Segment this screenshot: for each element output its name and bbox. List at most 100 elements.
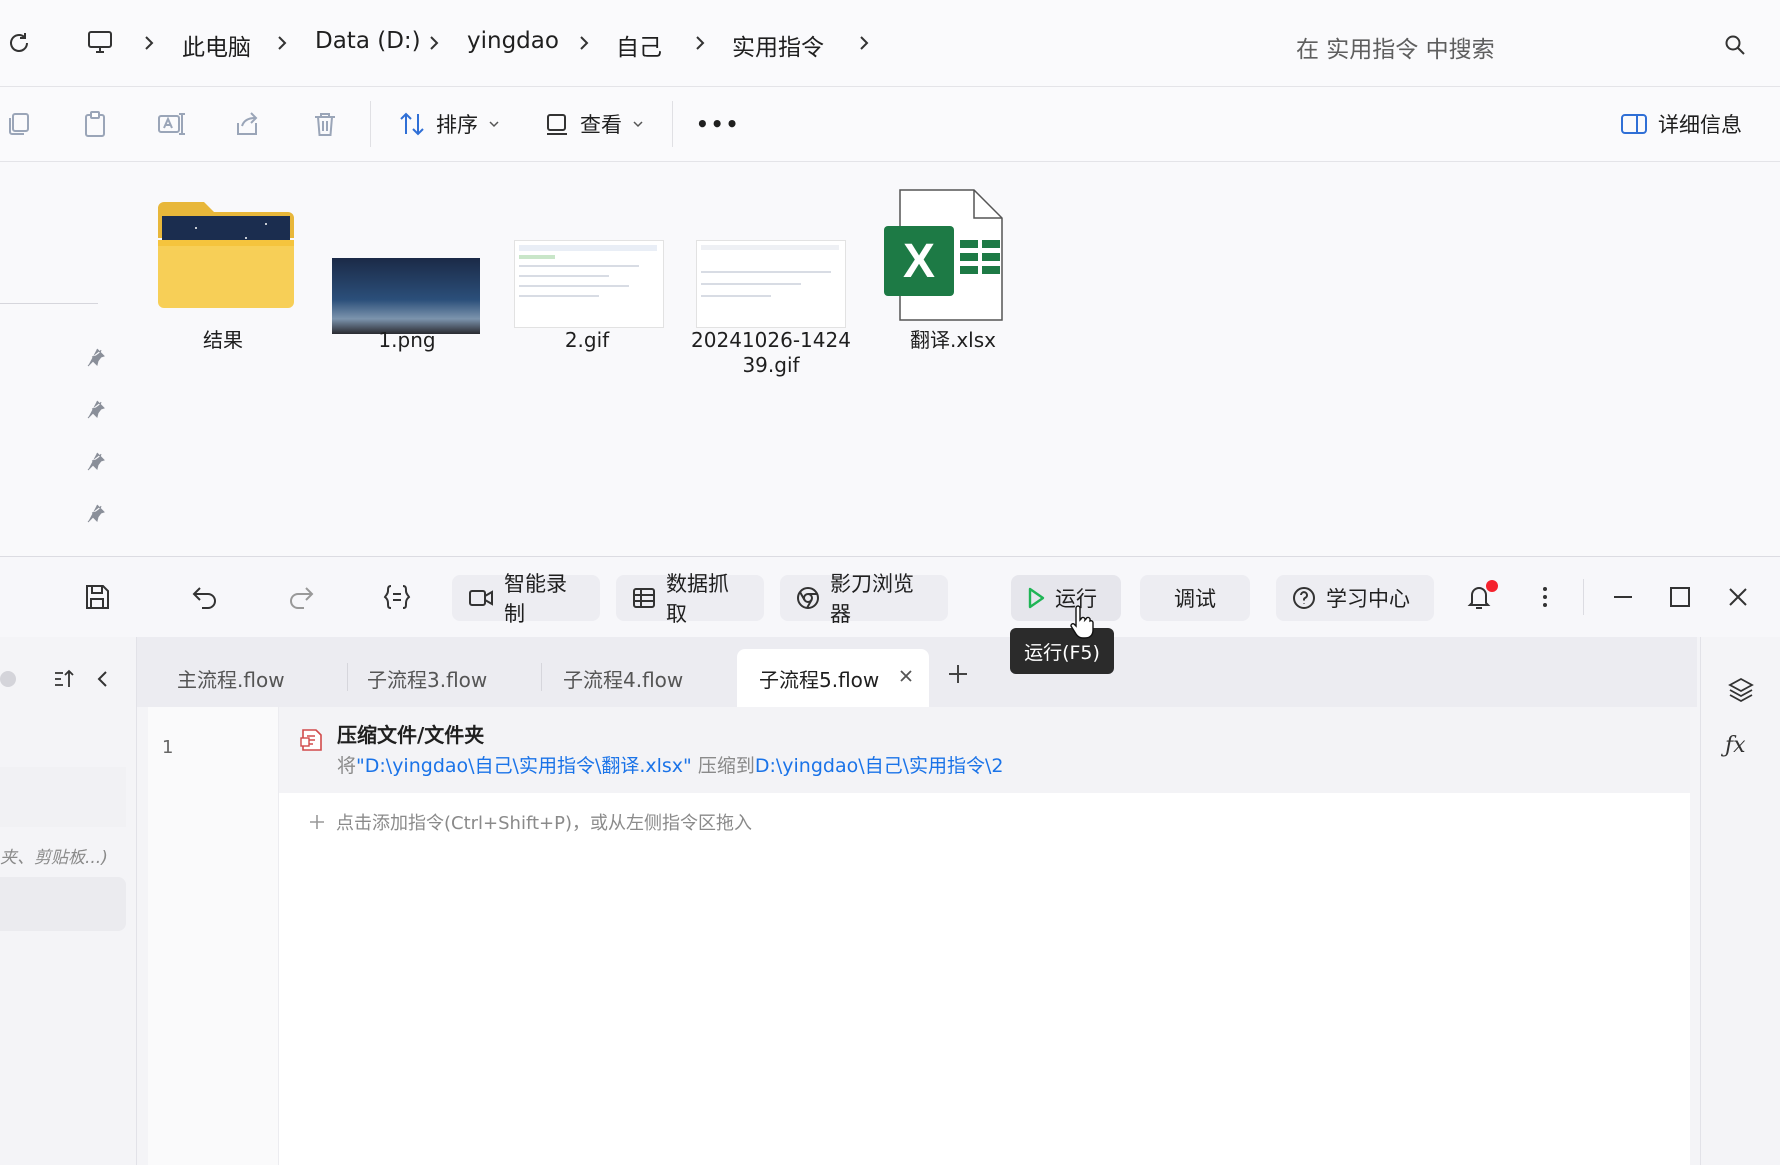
- file-name: 1.png: [378, 328, 436, 352]
- run-tooltip: 运行(F5): [1010, 628, 1114, 674]
- share-icon[interactable]: [232, 109, 262, 139]
- sort-icon[interactable]: [52, 667, 76, 691]
- excel-icon: X: [882, 186, 1012, 326]
- breadcrumb-current-folder[interactable]: 实用指令: [732, 28, 824, 62]
- save-icon[interactable]: [82, 582, 112, 612]
- flow-tabs: 主流程.flow 子流程3.flow 子流程4.flow 子流程5.flow: [137, 637, 1697, 707]
- panel-row: [0, 767, 126, 827]
- variables-icon[interactable]: [382, 582, 412, 612]
- compress-file-icon: [299, 727, 325, 753]
- add-tab-icon[interactable]: [945, 661, 971, 687]
- toolbar-divider: [672, 101, 673, 147]
- panel-selected-row[interactable]: [0, 877, 126, 931]
- desc-prefix: 将: [337, 755, 357, 777]
- pin-icon[interactable]: [86, 503, 106, 523]
- play-icon: [1027, 587, 1045, 609]
- pin-icon[interactable]: [86, 399, 106, 419]
- data-capture-button[interactable]: 数据抓取: [616, 572, 764, 626]
- run-button[interactable]: 运行: [1011, 575, 1121, 621]
- image-thumbnail: [332, 258, 480, 334]
- yingdao-browser-button[interactable]: 影刀浏览器: [780, 572, 948, 626]
- desc-middle: 压缩到: [691, 755, 755, 777]
- bell-icon[interactable]: [1464, 580, 1498, 612]
- tab-subflow-5[interactable]: 子流程5.flow: [737, 649, 929, 707]
- command-title: 压缩文件/文件夹: [337, 723, 485, 747]
- chevron-right-icon[interactable]: [141, 34, 157, 52]
- redo-icon[interactable]: [286, 582, 316, 612]
- breadcrumb-yingdao[interactable]: yingdao: [467, 28, 559, 54]
- clear-icon[interactable]: [0, 671, 16, 687]
- layers-icon[interactable]: [1727, 675, 1755, 703]
- tab-divider: [541, 663, 542, 691]
- more-vertical-icon[interactable]: [1530, 582, 1560, 612]
- function-fx-icon[interactable]: ƒx: [1725, 733, 1746, 758]
- close-tab-icon[interactable]: [897, 667, 915, 685]
- tab-subflow-4[interactable]: 子流程4.flow: [563, 649, 683, 707]
- file-item-png[interactable]: 1.png: [322, 194, 492, 394]
- help-circle-icon: [1292, 586, 1316, 610]
- learning-center-label: 学习中心: [1326, 587, 1410, 611]
- sort-button[interactable]: 排序: [398, 105, 500, 143]
- tab-main-flow[interactable]: 主流程.flow: [177, 649, 285, 707]
- delete-icon[interactable]: [310, 109, 340, 139]
- file-name-line1: 20241026-1424: [691, 328, 851, 352]
- file-item-gif[interactable]: 2.gif: [502, 194, 672, 394]
- right-side-panel: ƒx: [1700, 637, 1780, 1165]
- chevron-down-icon: [632, 118, 644, 130]
- search-icon[interactable]: [1724, 34, 1746, 56]
- line-number-gutter: 1: [148, 707, 279, 1165]
- sort-icon: [398, 110, 426, 138]
- smart-record-button[interactable]: 智能录制: [452, 572, 600, 626]
- command-bar: 排序 查看 ••• 详细信息: [0, 87, 1780, 162]
- chevron-right-icon[interactable]: [426, 34, 442, 52]
- details-pane-button[interactable]: 详细信息: [1620, 105, 1742, 143]
- desc-source-path: "D:\yingdao\自己\实用指令\翻译.xlsx": [356, 755, 692, 777]
- details-pane-label: 详细信息: [1658, 113, 1742, 137]
- address-bar: 此电脑 Data (D:) yingdao 自己 实用指令 在 实用指令 中搜索: [0, 0, 1780, 87]
- add-command-hint[interactable]: 点击添加指令(Ctrl+Shift+P)，或从左侧指令区拖入: [308, 807, 752, 837]
- pin-icon[interactable]: [86, 451, 106, 471]
- more-options-button[interactable]: •••: [696, 105, 740, 143]
- close-icon[interactable]: [1723, 582, 1753, 612]
- chevron-down-icon: [488, 118, 500, 130]
- command-panel: 夹、剪贴板...): [0, 637, 137, 1165]
- smart-record-label: 智能录制: [504, 572, 567, 626]
- collapse-left-icon[interactable]: [92, 667, 114, 691]
- chevron-right-icon[interactable]: [692, 34, 708, 52]
- debug-button[interactable]: 调试: [1140, 575, 1250, 621]
- undo-icon[interactable]: [190, 582, 220, 612]
- copy-icon[interactable]: [4, 109, 34, 139]
- learning-center-button[interactable]: 学习中心: [1276, 575, 1434, 621]
- chevron-right-icon[interactable]: [274, 34, 290, 52]
- browser-label: 影刀浏览器: [830, 572, 914, 626]
- file-item-xlsx[interactable]: X 翻译.xlsx: [868, 184, 1038, 394]
- file-item-folder[interactable]: 结果: [138, 194, 308, 394]
- chevron-right-icon[interactable]: [856, 34, 872, 52]
- pin-icon[interactable]: [86, 347, 106, 367]
- command-row[interactable]: 压缩文件/文件夹 将"D:\yingdao\自己\实用指令\翻译.xlsx" 压…: [279, 707, 1690, 793]
- file-name: 结果: [203, 328, 243, 352]
- details-pane-icon: [1620, 112, 1648, 136]
- flow-editor: 1 压缩文件/文件夹 将"D:\yingdao\自己\实用指令\翻译.xlsx"…: [148, 707, 1690, 1165]
- rename-icon[interactable]: [156, 109, 186, 139]
- breadcrumb-this-pc[interactable]: 此电脑: [182, 28, 251, 62]
- add-command-text: 点击添加指令(Ctrl+Shift+P)，或从左侧指令区拖入: [336, 813, 753, 834]
- view-button[interactable]: 查看: [544, 105, 644, 143]
- file-name: 翻译.xlsx: [909, 328, 996, 352]
- chevron-right-icon[interactable]: [576, 34, 592, 52]
- breadcrumb-ziji[interactable]: 自己: [616, 28, 662, 62]
- minimize-icon[interactable]: [1608, 582, 1638, 612]
- paste-icon[interactable]: [80, 109, 110, 139]
- search-input[interactable]: 在 实用指令 中搜索: [1280, 18, 1766, 70]
- desc-target-path: D:\yingdao\自己\实用指令\2: [754, 755, 1004, 777]
- tab-subflow-3[interactable]: 子流程3.flow: [367, 649, 487, 707]
- image-thumbnail: [696, 240, 846, 328]
- file-item-gif[interactable]: 20241026-1424 39.gif: [686, 194, 856, 404]
- refresh-icon[interactable]: [6, 30, 32, 56]
- breadcrumb-data-drive[interactable]: Data (D:): [315, 28, 421, 54]
- maximize-icon[interactable]: [1665, 582, 1695, 612]
- toolbar-divider: [370, 101, 371, 147]
- sort-label: 排序: [436, 113, 478, 137]
- view-icon: [544, 111, 570, 137]
- computer-icon[interactable]: [86, 28, 114, 56]
